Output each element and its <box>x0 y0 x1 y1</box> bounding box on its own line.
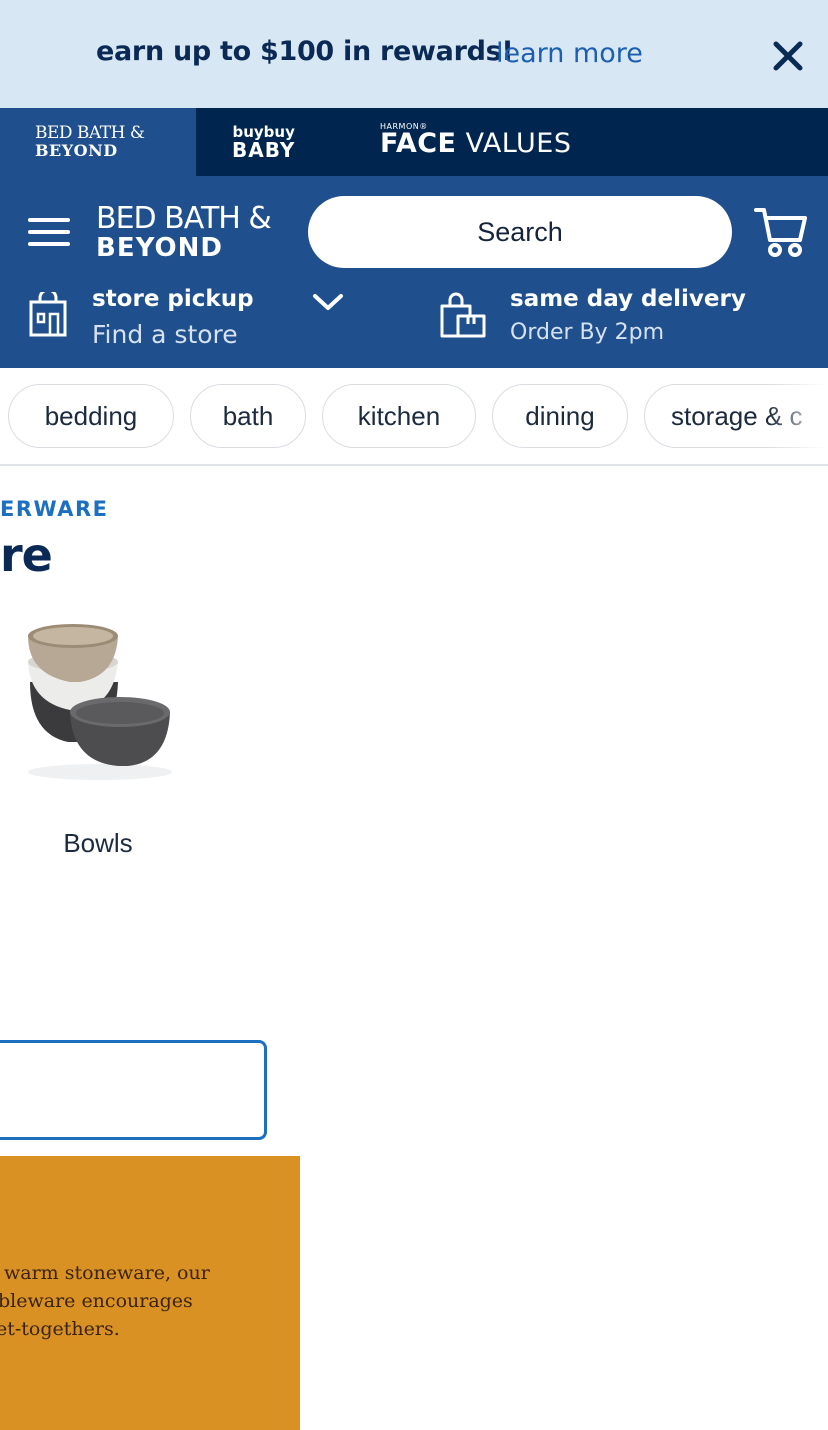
chip-kitchen[interactable]: kitchen <box>322 384 476 448</box>
bowls-image[interactable] <box>14 612 186 784</box>
chip-bar-fade <box>768 368 828 464</box>
store-pickup-title[interactable]: store pickup <box>92 286 254 312</box>
chip-bedding[interactable]: bedding <box>8 384 174 448</box>
hamburger-menu-icon[interactable] <box>28 216 70 248</box>
chip-bath[interactable]: bath <box>190 384 306 448</box>
promo-text: earn up to $100 in rewards! <box>96 36 514 67</box>
chevron-down-icon[interactable] <box>312 292 344 312</box>
close-icon[interactable] <box>770 38 806 74</box>
stoneware-promo-tile[interactable]: warm stoneware, our bleware encourages e… <box>0 1156 300 1430</box>
cart-icon[interactable] <box>754 206 808 258</box>
promo-tile-line: warm stoneware, our <box>4 1262 210 1284</box>
brand-tab-harmon[interactable]: HARMON® FACE VALUES <box>344 108 604 176</box>
find-a-store-link[interactable]: Find a store <box>92 320 238 349</box>
site-header: BED BATH & BEYOND store pickup Find a st… <box>0 176 828 368</box>
harmon-face-values-logo: HARMON® FACE VALUES <box>380 122 572 159</box>
promo-tile-line: bleware encourages <box>0 1290 193 1312</box>
promo-tile-line: et-togethers. <box>0 1318 120 1340</box>
breadcrumb[interactable]: ERWARE <box>0 497 109 521</box>
brand-tab-bed-bath-beyond[interactable]: BED BATH & BEYOND <box>0 108 196 176</box>
brand-tab-buybuy-baby[interactable]: buybuy BABY <box>196 108 344 176</box>
store-icon <box>29 292 67 337</box>
learn-more-link[interactable]: learn more <box>496 38 643 69</box>
search-input[interactable] <box>308 196 732 268</box>
same-day-delivery-title[interactable]: same day delivery <box>510 286 746 312</box>
order-by-text: Order By 2pm <box>510 320 665 345</box>
shopping-bag-icon <box>440 292 486 338</box>
page-title: re <box>0 528 53 582</box>
promo-banner: earn up to $100 in rewards! learn more <box>0 0 828 108</box>
site-logo[interactable]: BED BATH & BEYOND <box>96 204 272 263</box>
outlined-button[interactable] <box>0 1040 267 1140</box>
bed-bath-beyond-logo: BED BATH & BEYOND <box>35 123 145 160</box>
category-chip-bar[interactable]: bedding bath kitchen dining storage & c <box>0 368 828 466</box>
buybuy-baby-logo: buybuy BABY <box>232 123 296 162</box>
bowls-label[interactable]: Bowls <box>0 828 196 859</box>
chip-dining[interactable]: dining <box>492 384 628 448</box>
brand-bar: BED BATH & BEYOND buybuy BABY HARMON® FA… <box>0 108 828 176</box>
